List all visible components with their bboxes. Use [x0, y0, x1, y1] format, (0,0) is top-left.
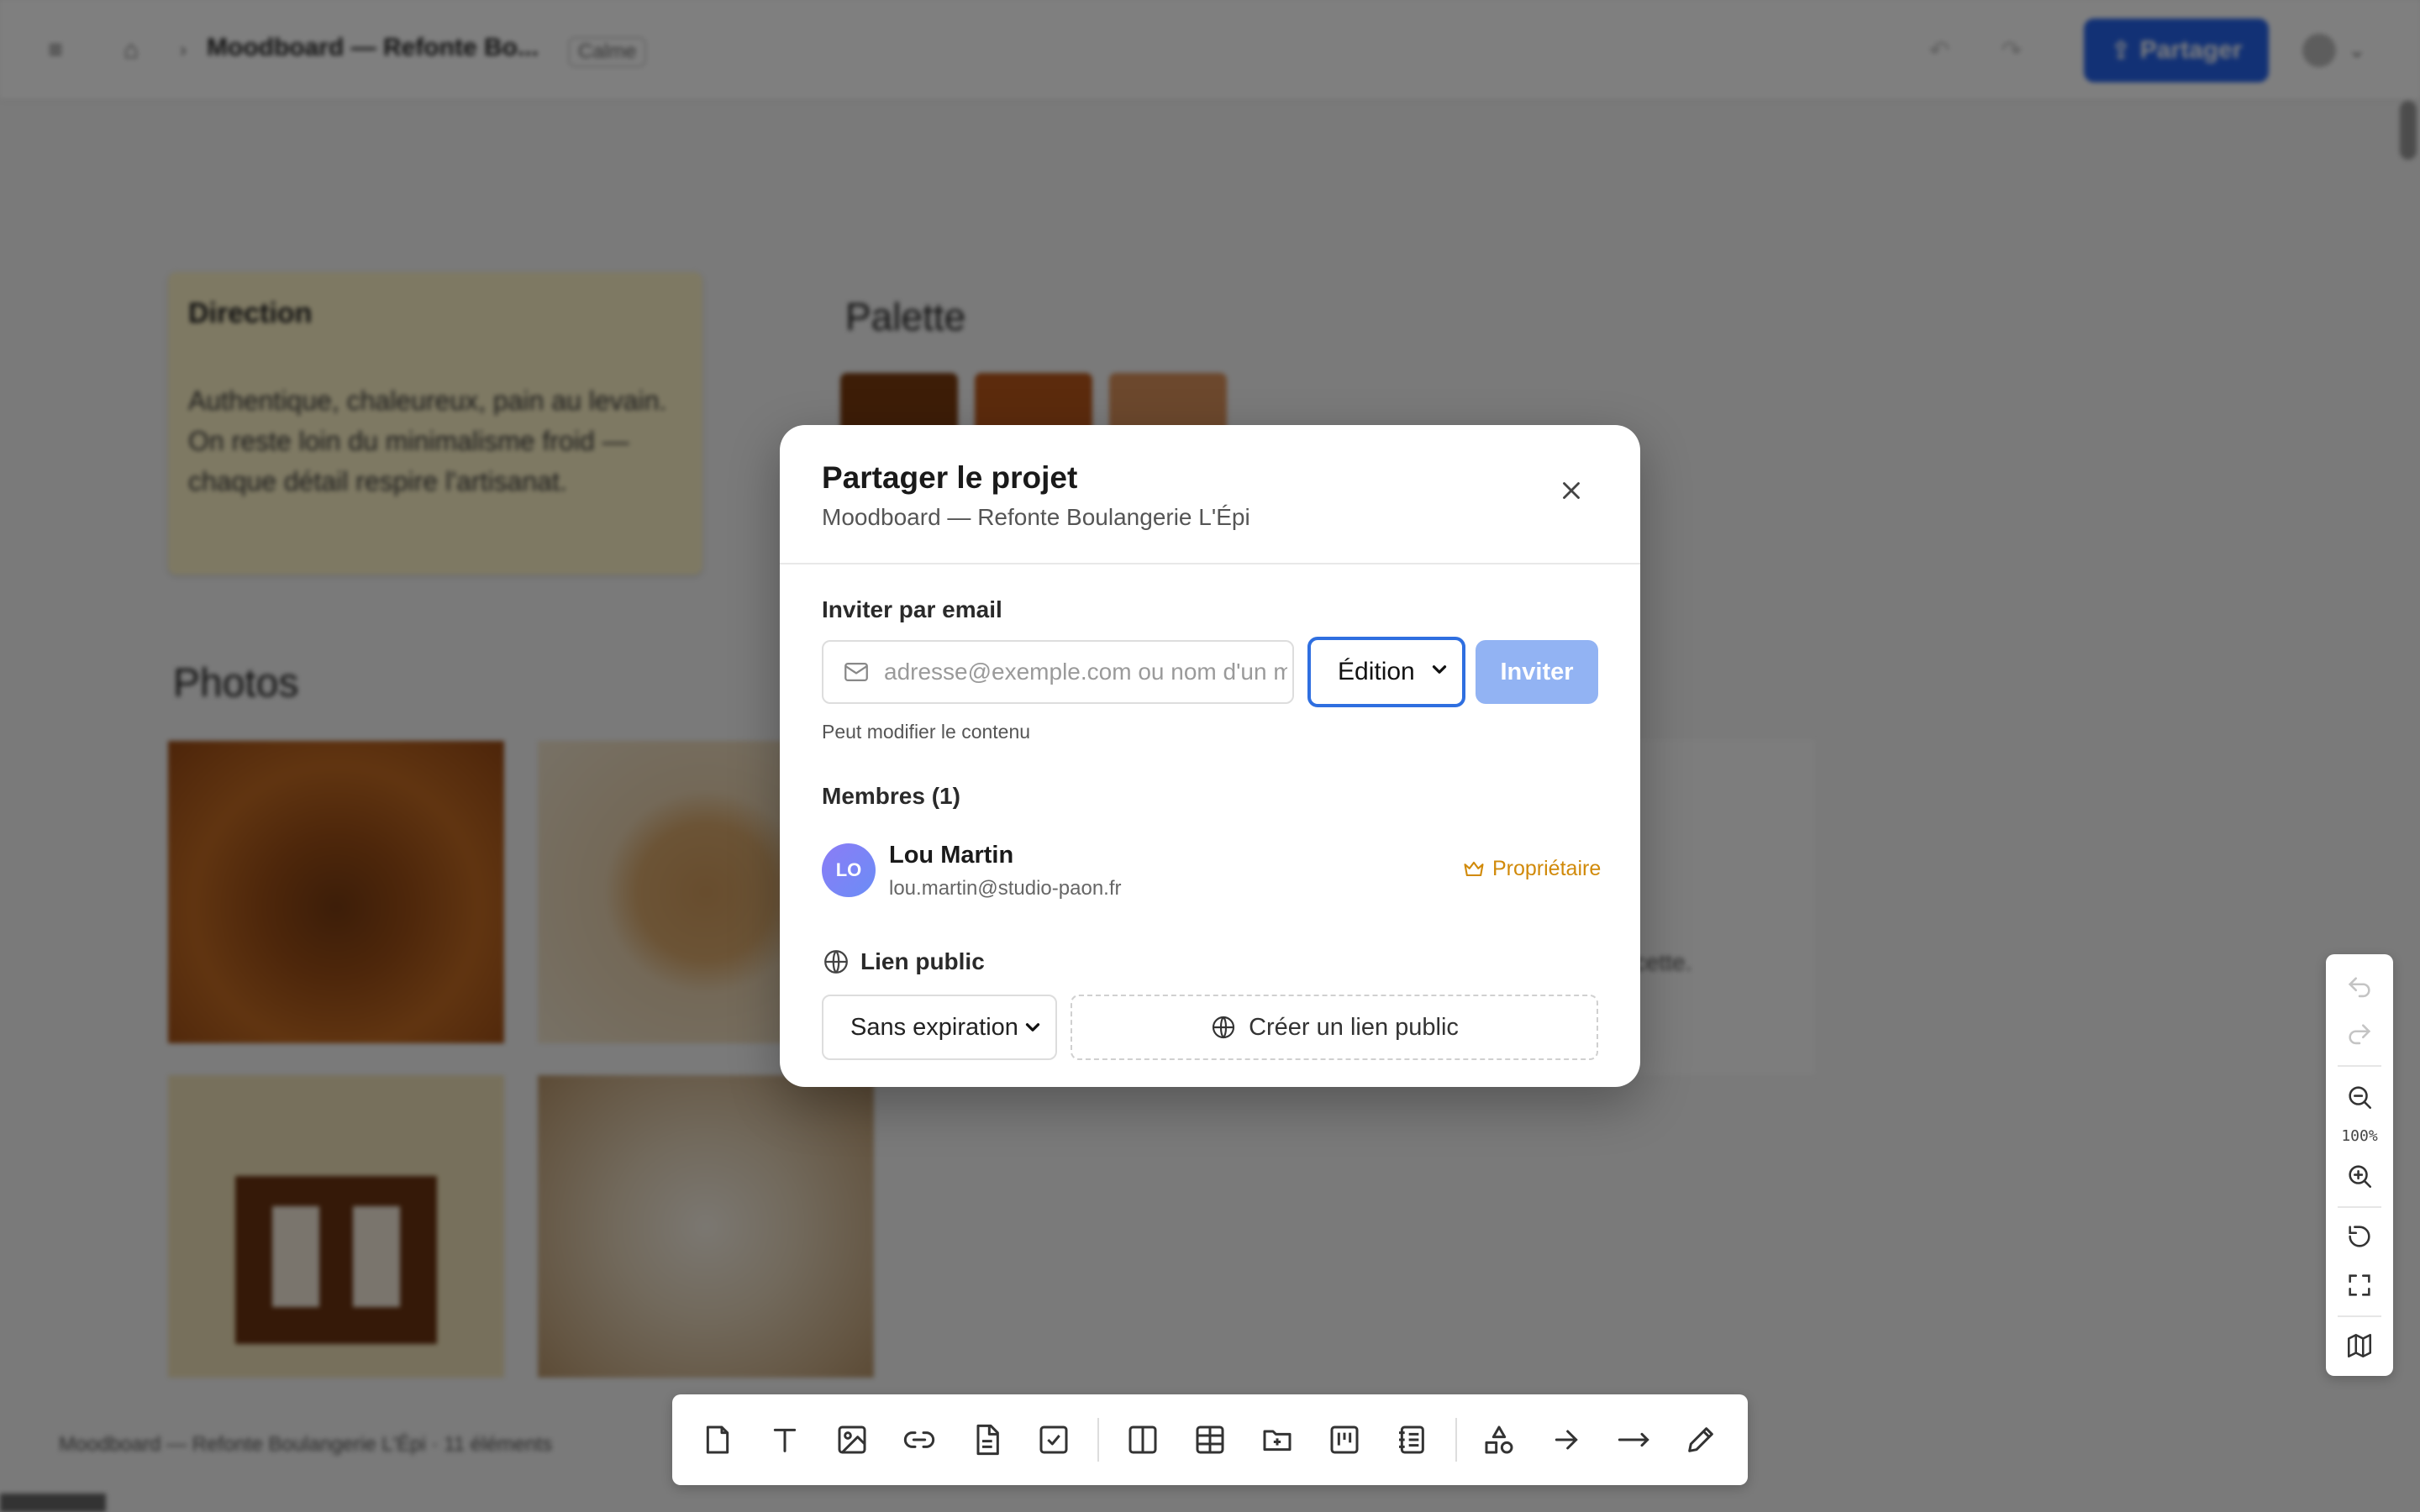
email-field[interactable]	[822, 640, 1294, 704]
undo-icon[interactable]	[2339, 968, 2380, 1008]
close-button[interactable]	[1546, 465, 1597, 516]
zoom-out-icon[interactable]	[2339, 1077, 2380, 1117]
expiration-select-value: Sans expiration	[850, 1013, 1018, 1041]
zoom-level: 100%	[2341, 1127, 2378, 1145]
line-icon[interactable]	[1613, 1420, 1654, 1460]
share-dialog: Partager le projet Moodboard — Refonte B…	[780, 425, 1640, 1087]
pen-icon[interactable]	[1681, 1420, 1721, 1460]
mail-icon	[844, 662, 868, 682]
text-icon[interactable]	[765, 1420, 805, 1460]
zoom-divider	[2338, 1315, 2381, 1317]
dialog-subtitle: Moodboard — Refonte Boulangerie L'Épi	[822, 504, 1250, 530]
reset-view-icon[interactable]	[2339, 1216, 2380, 1257]
invite-button[interactable]: Inviter	[1476, 640, 1598, 704]
avatar: LO	[822, 843, 876, 897]
zoom-divider	[2338, 1206, 2381, 1208]
close-icon	[1563, 482, 1580, 499]
link-icon[interactable]	[899, 1420, 939, 1460]
role-select[interactable]: Édition	[1307, 637, 1465, 707]
toolbar-divider	[1097, 1418, 1099, 1462]
folder-icon[interactable]	[1257, 1420, 1297, 1460]
shapes-icon[interactable]	[1479, 1420, 1519, 1460]
dialog-divider	[780, 563, 1640, 564]
column-icon[interactable]	[1123, 1420, 1163, 1460]
zoom-controls	[2326, 954, 2393, 1376]
image-icon[interactable]	[832, 1420, 872, 1460]
email-input[interactable]	[884, 659, 1287, 685]
globe-icon	[824, 950, 848, 974]
document-icon[interactable]	[966, 1420, 1007, 1460]
create-public-link-label: Créer un lien public	[1249, 1013, 1459, 1041]
toolbar-divider	[1455, 1418, 1457, 1462]
insert-toolbar	[672, 1394, 1748, 1485]
board-icon[interactable]	[1324, 1420, 1365, 1460]
create-public-link-button[interactable]: Créer un lien public	[1071, 995, 1598, 1060]
members-title: Membres (1)	[822, 783, 960, 809]
public-link-title: Lien public	[822, 948, 985, 976]
chevron-down-icon	[1025, 1023, 1040, 1032]
public-link-title-label: Lien public	[860, 948, 985, 974]
role-hint: Peut modifier le contenu	[822, 721, 1031, 743]
arrow-icon[interactable]	[1546, 1420, 1586, 1460]
dialog-title: Partager le projet	[822, 460, 1078, 495]
table-icon[interactable]	[1190, 1420, 1230, 1460]
zoom-in-icon[interactable]	[2339, 1156, 2380, 1196]
globe-icon	[1212, 1016, 1235, 1039]
invite-section-title: Inviter par email	[822, 596, 1002, 622]
list-icon[interactable]	[1392, 1420, 1432, 1460]
owner-badge-label: Propriétaire	[1492, 857, 1602, 880]
owner-badge: Propriétaire	[1462, 857, 1601, 881]
redo-icon[interactable]	[2339, 1015, 2380, 1055]
map-icon[interactable]	[2339, 1326, 2380, 1366]
zoom-divider	[2338, 1065, 2381, 1067]
expiration-select[interactable]: Sans expiration	[822, 995, 1057, 1060]
member-email: lou.martin@studio-paon.fr	[889, 877, 1122, 900]
role-select-value: Édition	[1338, 658, 1415, 685]
member-name: Lou Martin	[889, 842, 1014, 869]
fullscreen-icon[interactable]	[2339, 1265, 2380, 1305]
crown-icon	[1464, 861, 1484, 876]
chevron-down-icon	[1432, 665, 1447, 674]
note-icon[interactable]	[697, 1420, 738, 1460]
todo-icon[interactable]	[1034, 1420, 1074, 1460]
